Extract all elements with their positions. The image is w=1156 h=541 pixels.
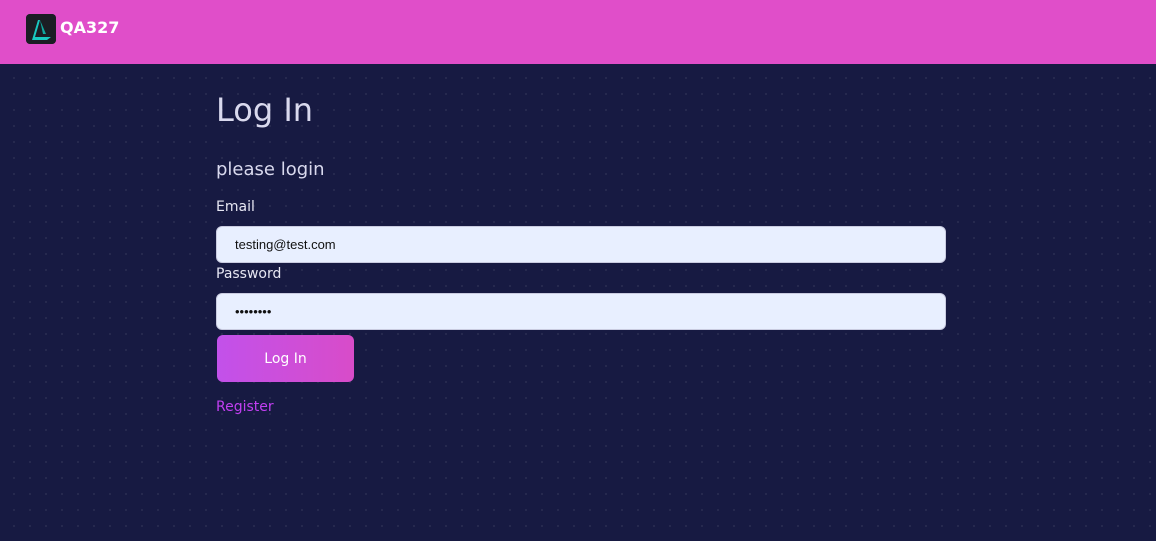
email-label: Email [216, 199, 255, 215]
top-navbar: QA327 [0, 0, 1156, 64]
page-title: Log In [216, 91, 314, 129]
brand-home-link[interactable]: QA327 [26, 14, 119, 44]
password-field[interactable] [216, 293, 946, 330]
triangle-logo-icon [26, 14, 56, 44]
brand-name: QA327 [60, 17, 120, 37]
password-label: Password [216, 266, 282, 282]
login-subtitle: please login [216, 159, 325, 180]
register-link[interactable]: Register [216, 398, 274, 416]
email-field[interactable] [216, 226, 946, 263]
login-button[interactable]: Log In [217, 335, 354, 382]
